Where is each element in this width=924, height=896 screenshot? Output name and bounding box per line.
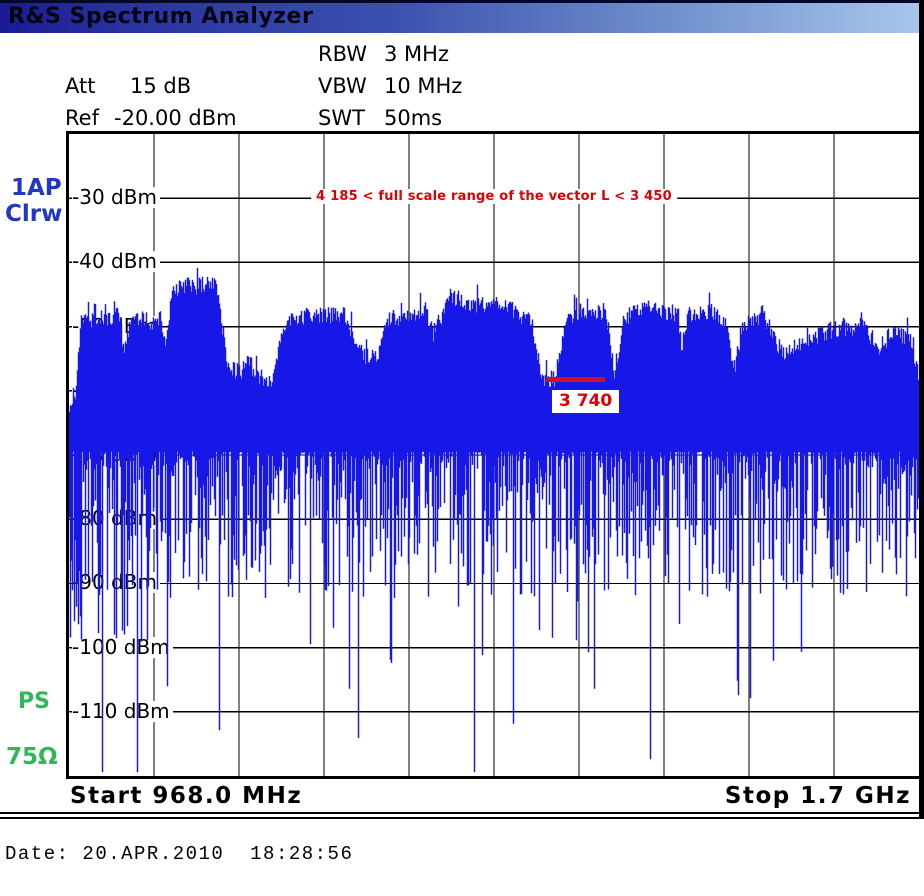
plot-area: -30 dBm-40 dBm-50 dBm-60 dBm-70 dBm-80 d…	[66, 131, 922, 779]
marker-value-label: 3 740	[552, 390, 619, 413]
swt-label: SWT	[318, 106, 384, 130]
swt-value: 50ms	[384, 106, 442, 130]
overload-annotation: 4 185 < full scale range of the vector L…	[311, 189, 677, 204]
rbw-value: 3 MHz	[384, 42, 449, 66]
vbw-label: VBW	[318, 74, 384, 98]
rbw-label: RBW	[318, 42, 384, 66]
readout-ref: Ref-20.00 dBm	[65, 106, 237, 128]
ref-value: -20.00 dBm	[114, 106, 237, 130]
x-axis-stop-label: Stop 1.7 GHz	[725, 783, 911, 809]
trace-mode-label: Clrw	[5, 201, 62, 227]
trace-detector-label: 1AP	[11, 175, 62, 201]
impedance-label: 75Ω	[6, 744, 58, 770]
title-bar: R&S Spectrum Analyzer	[0, 0, 924, 33]
vbw-value: 10 MHz	[384, 74, 462, 98]
date-stamp: Date: 20.APR.2010 18:28:56	[5, 843, 353, 865]
app-title: R&S Spectrum Analyzer	[8, 4, 313, 29]
ref-label: Ref	[65, 106, 114, 130]
x-axis-start-label: Start 968.0 MHz	[70, 783, 302, 809]
readout-att: Att15 dB	[65, 74, 191, 96]
att-label: Att	[65, 74, 114, 98]
marker-line	[546, 377, 605, 382]
readout-swt: SWT50ms	[318, 106, 442, 128]
att-value: 15 dB	[114, 74, 191, 98]
preselector-label: PS	[18, 689, 50, 714]
readout-vbw: VBW10 MHz	[318, 74, 462, 96]
screen-bottom-rule	[0, 812, 924, 819]
readout-rbw: RBW3 MHz	[318, 42, 449, 64]
